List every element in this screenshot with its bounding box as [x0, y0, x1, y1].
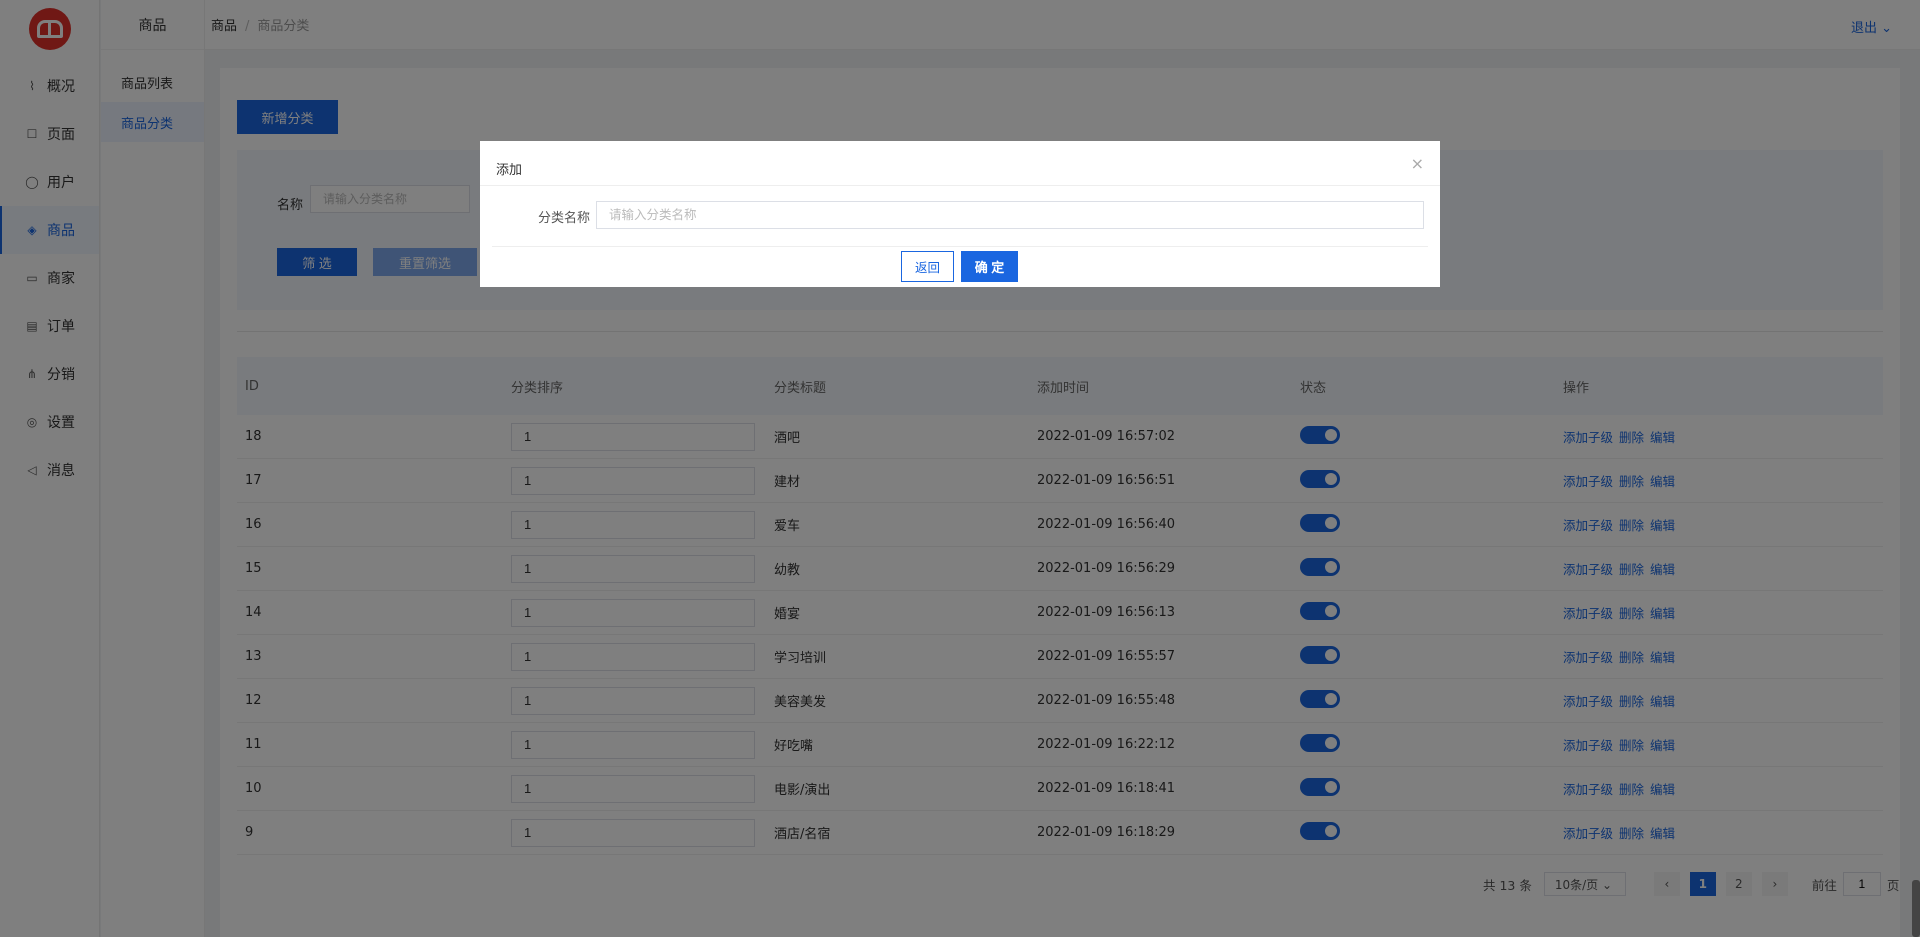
- dialog-title: 添加: [496, 163, 523, 178]
- divider: [480, 185, 1440, 186]
- confirm-button[interactable]: 确 定: [961, 251, 1018, 282]
- add-category-dialog: 添加 × 分类名称 返回 确 定: [480, 141, 1440, 287]
- close-icon[interactable]: ×: [1411, 154, 1424, 173]
- divider: [492, 246, 1428, 247]
- scrollbar-thumb[interactable]: [1912, 880, 1920, 937]
- back-button[interactable]: 返回: [901, 251, 954, 282]
- category-name-input[interactable]: [596, 201, 1424, 229]
- category-name-label: 分类名称: [538, 211, 591, 226]
